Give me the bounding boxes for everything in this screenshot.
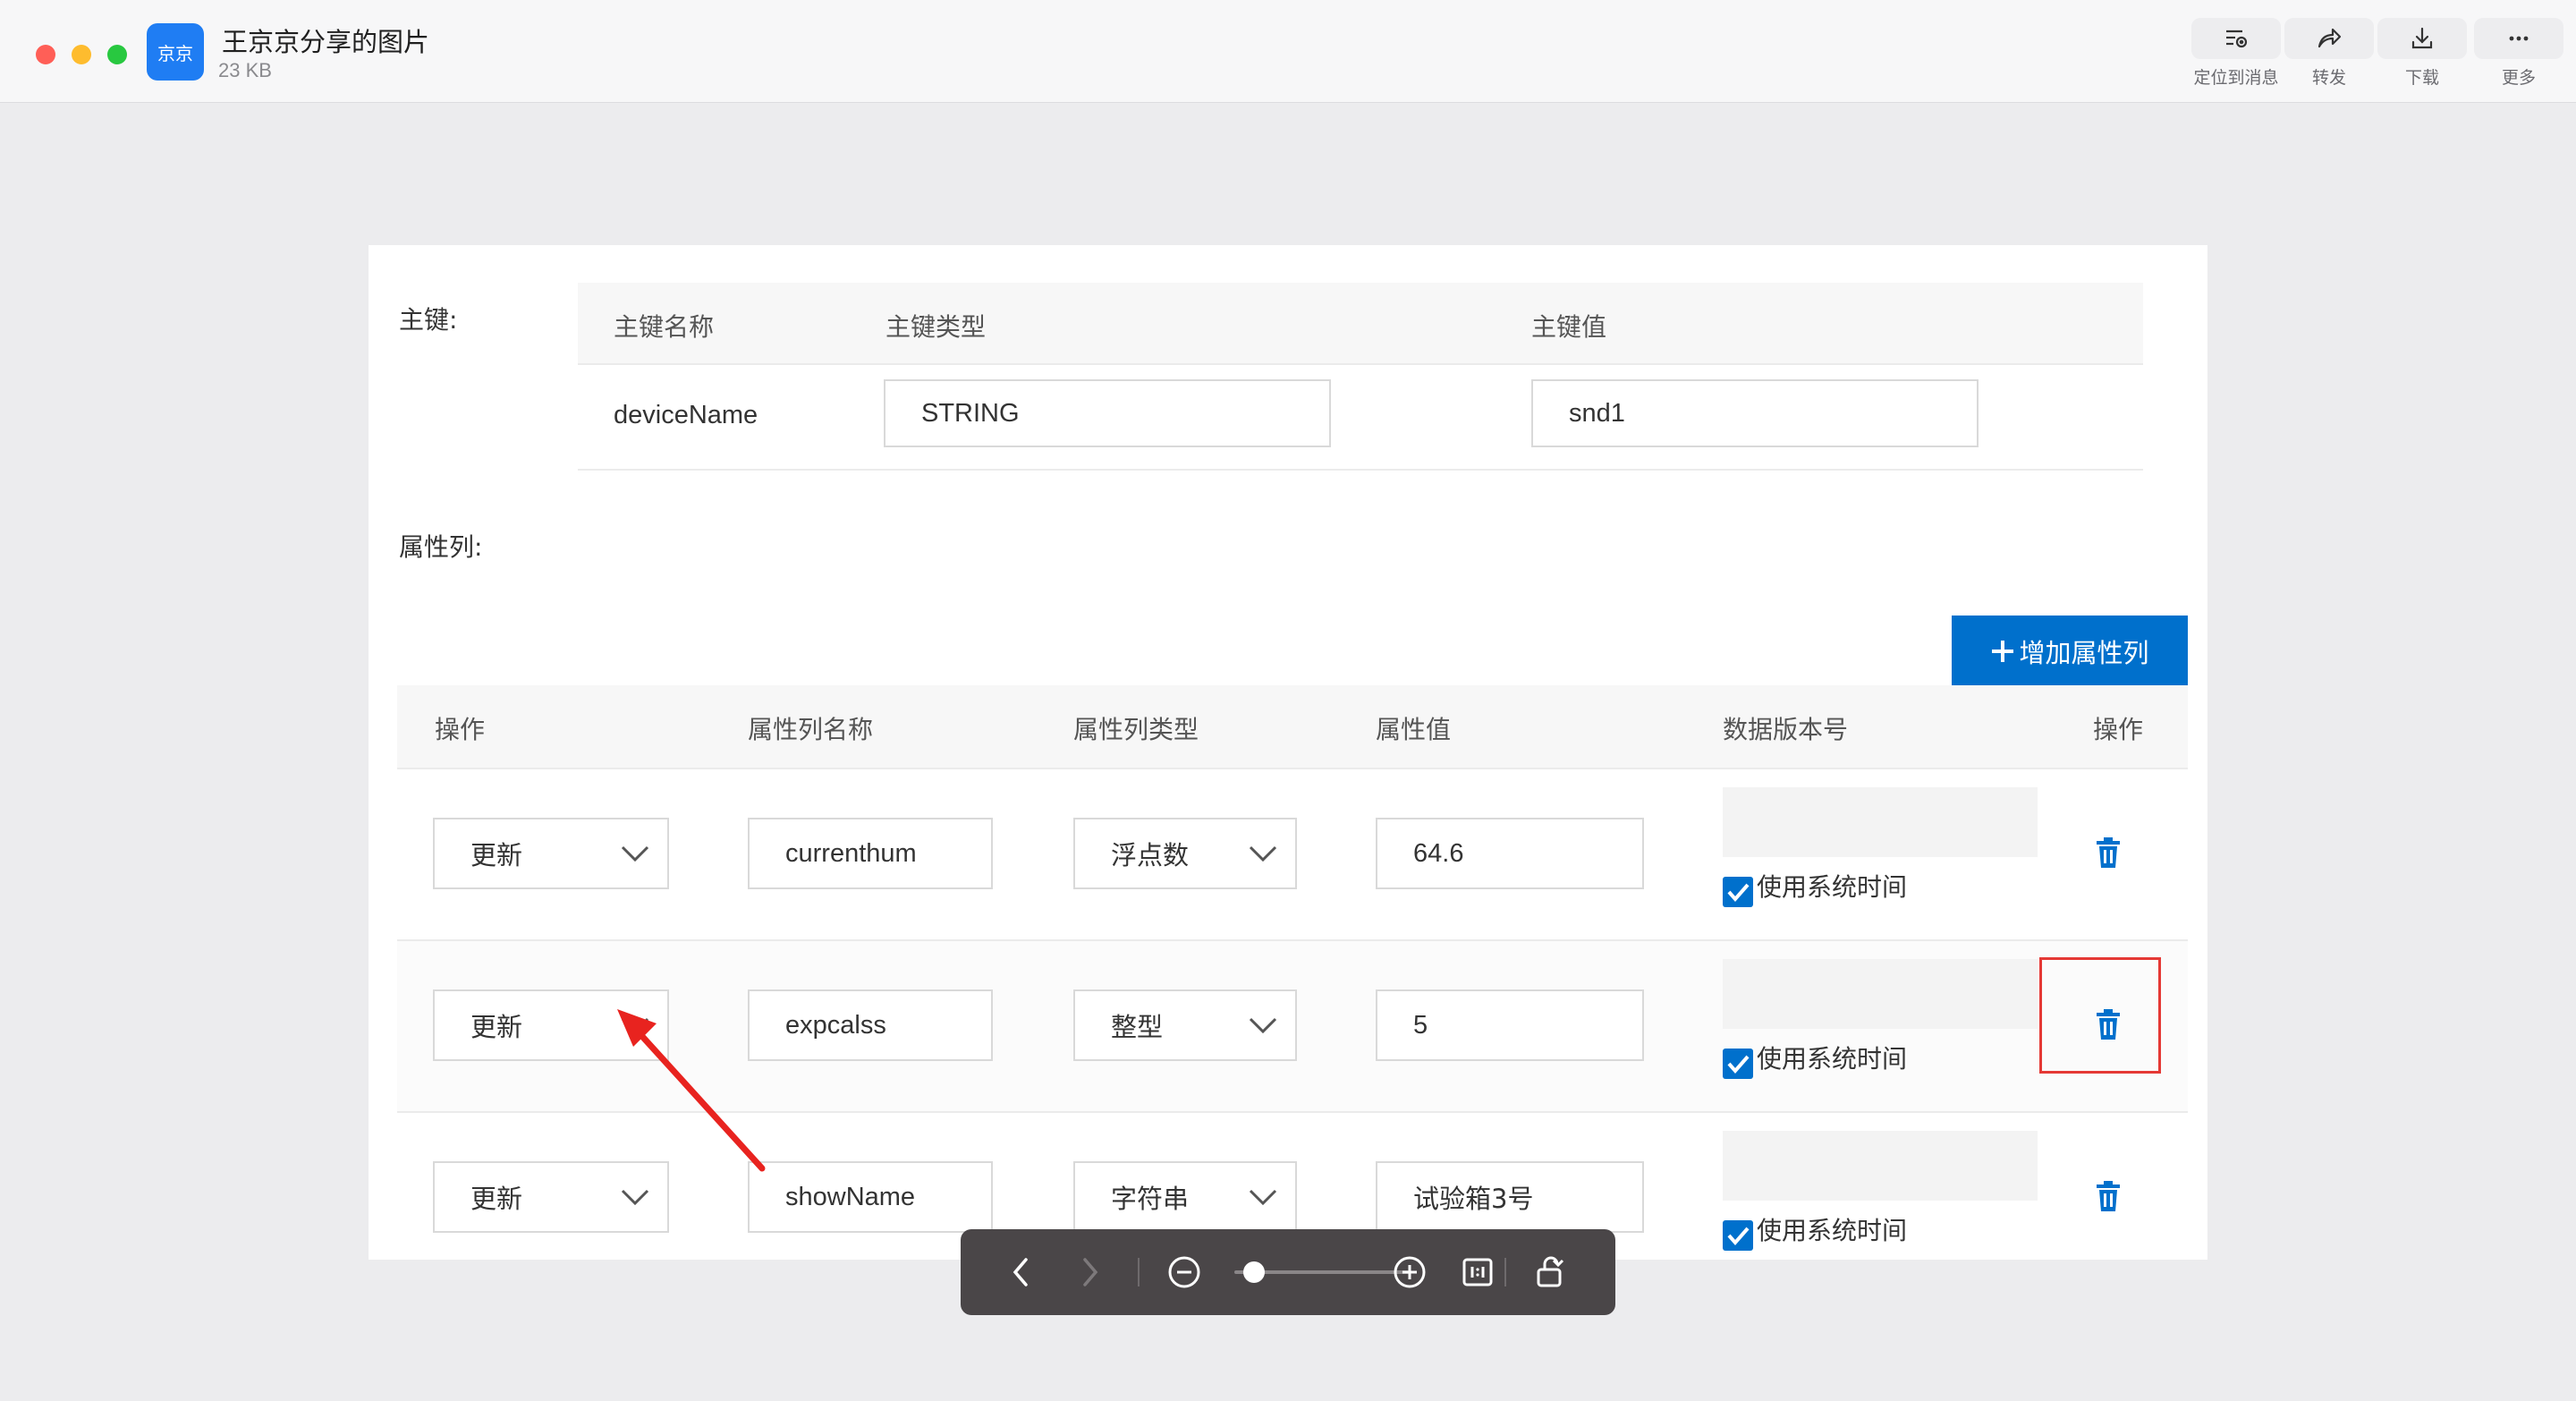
zoom-in-icon	[1394, 1256, 1426, 1288]
actual-size-icon	[1462, 1258, 1493, 1286]
viewer-toolbar	[961, 1229, 1615, 1315]
file-title: 王京京分享的图片	[222, 27, 430, 57]
actual-size-button[interactable]	[1456, 1251, 1499, 1294]
next-icon	[1083, 1258, 1098, 1286]
download-label: 下载	[2404, 68, 2439, 88]
download-button[interactable]: 下载	[2377, 18, 2467, 89]
locate-message-button[interactable]: 定位到消息	[2191, 18, 2281, 89]
annotation-arrow	[617, 1009, 766, 1172]
previous-image-button[interactable]	[1000, 1251, 1043, 1294]
zoom-out-button[interactable]	[1163, 1251, 1206, 1294]
title-bar: 京京 王京京分享的图片 23 KB 定位到消息 转发 下载 更多	[0, 0, 2576, 103]
rotate-icon	[1537, 1256, 1564, 1287]
zoom-slider-knob[interactable]	[1243, 1261, 1265, 1283]
download-icon	[2411, 27, 2433, 49]
zoom-out-icon	[1168, 1256, 1200, 1288]
sender-avatar-text: 京京	[157, 42, 193, 64]
close-window-button[interactable]	[36, 45, 55, 64]
toolbar-divider	[1504, 1258, 1506, 1286]
minimize-window-button[interactable]	[72, 45, 91, 64]
shared-image: 主键: 主键名称 主键类型 主键值 deviceName STRING snd1…	[369, 245, 2207, 1260]
file-size: 23 KB	[218, 59, 272, 81]
toolbar-divider	[1138, 1258, 1140, 1286]
forward-button[interactable]: 转发	[2284, 18, 2374, 89]
more-icon	[2509, 36, 2529, 41]
zoom-window-button[interactable]	[107, 45, 127, 64]
more-label: 更多	[2501, 68, 2536, 88]
rotate-button[interactable]	[1530, 1251, 1572, 1294]
more-button[interactable]: 更多	[2474, 18, 2563, 89]
previous-icon	[1013, 1258, 1028, 1286]
forward-label: 转发	[2311, 68, 2346, 88]
sender-avatar: 京京	[147, 23, 204, 81]
forward-icon	[2318, 28, 2342, 48]
locate-message-icon	[2226, 30, 2248, 48]
zoom-in-button[interactable]	[1388, 1251, 1431, 1294]
locate-message-label: 定位到消息	[2193, 68, 2279, 88]
next-image-button[interactable]	[1068, 1251, 1111, 1294]
